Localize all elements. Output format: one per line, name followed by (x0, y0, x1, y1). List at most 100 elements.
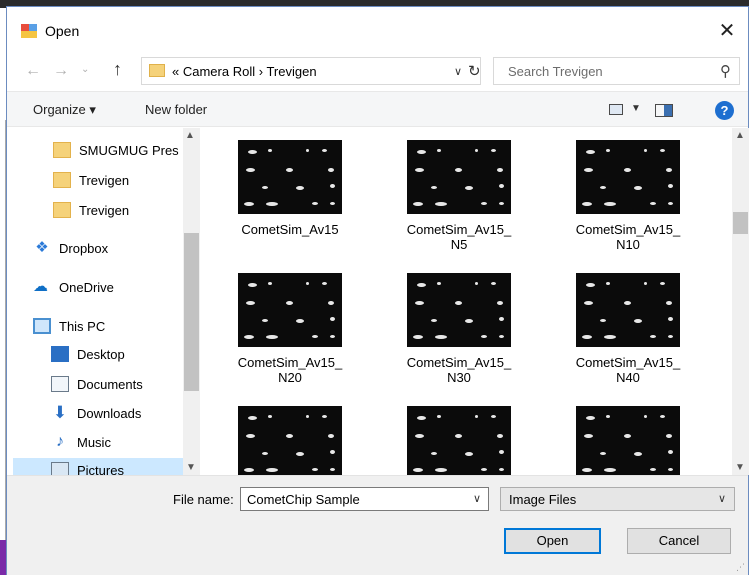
nav-item-label: Downloads (77, 405, 142, 421)
thumbnail-spot (248, 416, 257, 420)
up-arrow-icon[interactable]: ↑ (113, 59, 122, 80)
navigation-pane: SMUGMUG Pres Trevigen Trevigen ❖ Dropbox… (7, 128, 200, 475)
file-item[interactable]: CometSim_Av15_ N40 (558, 273, 698, 393)
thumbnail-spot (435, 202, 447, 206)
back-arrow-icon[interactable]: ← (25, 62, 41, 80)
pictures-icon (51, 462, 69, 475)
breadcrumb-camera-roll[interactable]: Camera Roll (183, 64, 255, 79)
nav-item-onedrive[interactable]: ☁ OneDrive (33, 275, 183, 299)
thumbnail-spot (644, 149, 647, 152)
file-name-value: CometChip Sample (247, 492, 360, 507)
thumbnail-spot (306, 415, 309, 418)
file-type-select[interactable]: Image Files ∨ (500, 487, 735, 511)
file-thumbnail (238, 273, 342, 347)
computer-icon (33, 318, 51, 334)
scroll-up-icon[interactable]: ▲ (185, 130, 195, 141)
thumbnail-spot (431, 452, 437, 455)
nav-item-trevigen-2[interactable]: Trevigen (53, 198, 183, 222)
file-item[interactable]: CometSim_Av15_ N30 (389, 273, 529, 393)
thumbnail-spot (624, 168, 631, 172)
file-thumbnail (238, 140, 342, 214)
file-item[interactable]: CometSim_Av15_ N5 (389, 140, 529, 260)
file-list-scroll-thumb[interactable] (733, 212, 748, 234)
thumbnail-spot (417, 416, 426, 420)
organize-button[interactable]: Organize ▾ (33, 102, 96, 118)
scroll-down-icon[interactable]: ▼ (186, 462, 196, 473)
file-item[interactable]: CometSim_Av15_ N10 (558, 140, 698, 260)
breadcrumb: « Camera Roll › Trevigen (172, 64, 317, 79)
nav-item-trevigen[interactable]: Trevigen (53, 168, 183, 192)
thumbnail-spot (248, 283, 257, 287)
breadcrumb-separator-icon[interactable]: › (259, 64, 263, 79)
nav-item-dropbox[interactable]: ❖ Dropbox (33, 236, 183, 260)
change-view-button[interactable]: ▼ (609, 101, 641, 119)
search-icon[interactable]: ⚲ (720, 62, 731, 80)
file-name: CometSim_Av15_ N10 (558, 222, 698, 252)
cancel-button[interactable]: Cancel (627, 528, 731, 554)
nav-item-this-pc[interactable]: This PC (33, 314, 183, 338)
thumbnail-spot (584, 168, 593, 172)
file-name: CometSim_Av15 (220, 222, 360, 237)
resize-grip-icon[interactable]: ⋰ (736, 562, 745, 573)
file-item[interactable] (558, 406, 698, 475)
thumbnail-spot (497, 168, 503, 172)
thumbnail-spot (246, 301, 255, 305)
navigation-scrollbar[interactable]: ▲ ▼ (183, 128, 200, 475)
breadcrumb-trevigen[interactable]: Trevigen (266, 64, 316, 79)
thumbnail-spot (604, 468, 616, 472)
nav-item-music[interactable]: ♪ Music (51, 430, 183, 454)
preview-pane-icon[interactable] (655, 104, 673, 117)
search-input[interactable]: Search Trevigen ⚲ (493, 57, 740, 85)
file-list-scrollbar[interactable]: ▲ ▼ (732, 128, 749, 475)
thumbnail-spot (668, 317, 673, 321)
file-thumbnail (238, 406, 342, 475)
nav-item-pictures[interactable]: Pictures (13, 458, 183, 475)
thumbnail-spot (431, 319, 437, 322)
open-button[interactable]: Open (504, 528, 601, 554)
close-button[interactable]: ✕ (712, 17, 742, 45)
forward-arrow-icon[interactable]: → (53, 62, 69, 80)
file-name-line2: N40 (616, 370, 640, 385)
file-item[interactable]: CometSim_Av15_ N20 (220, 273, 360, 393)
thumbnail-spot (415, 301, 424, 305)
file-item[interactable]: CometSim_Av15 (220, 140, 360, 260)
thumbnail-spot (475, 149, 478, 152)
new-folder-button[interactable]: New folder (145, 102, 207, 117)
address-bar[interactable]: « Camera Roll › Trevigen ∨ ↻ (141, 57, 481, 85)
thumbnail-spot (660, 282, 665, 285)
nav-item-label: SMUGMUG Pres (79, 142, 179, 158)
nav-item-smugmug[interactable]: SMUGMUG Pres (53, 138, 183, 162)
thumbnail-spot (465, 452, 473, 456)
help-icon[interactable]: ? (715, 101, 734, 120)
title-bar[interactable]: Open ✕ (7, 7, 748, 53)
thumbnail-spot (286, 168, 293, 172)
breadcrumb-overflow[interactable]: « (172, 64, 179, 79)
chevron-down-icon[interactable]: ∨ (473, 492, 481, 505)
file-list: CometSim_Av15 CometSim_Av15_ N5 CometSim_Av… (200, 128, 749, 475)
file-name-input[interactable]: CometChip Sample ∨ (240, 487, 489, 511)
thumbnail-spot (312, 202, 318, 205)
thumbnail-spot (481, 335, 487, 338)
file-item[interactable] (220, 406, 360, 475)
file-thumbnail (407, 140, 511, 214)
thumbnail-spot (668, 335, 673, 338)
folder-icon (53, 172, 71, 188)
recent-locations-chevron-icon[interactable]: ⌄ (81, 64, 89, 75)
thumbnail-spot (268, 415, 272, 418)
nav-item-downloads[interactable]: ⬇ Downloads (51, 401, 183, 425)
file-thumbnail (576, 406, 680, 475)
thumbnail-spot (650, 468, 656, 471)
refresh-icon[interactable]: ↻ (468, 62, 481, 80)
thumbnail-spot (606, 149, 610, 152)
thumbnail-spot (322, 149, 327, 152)
file-item[interactable] (389, 406, 529, 475)
navigation-scroll-thumb[interactable] (184, 233, 199, 391)
scroll-down-icon[interactable]: ▼ (735, 462, 745, 473)
nav-item-documents[interactable]: Documents (51, 372, 183, 396)
search-placeholder: Search Trevigen (508, 64, 603, 79)
thumbnail-spot (286, 301, 293, 305)
nav-item-desktop[interactable]: Desktop (51, 342, 183, 366)
scroll-up-icon[interactable]: ▲ (735, 130, 745, 141)
address-dropdown-chevron-icon[interactable]: ∨ (454, 65, 462, 78)
nav-item-label: Documents (77, 376, 143, 392)
